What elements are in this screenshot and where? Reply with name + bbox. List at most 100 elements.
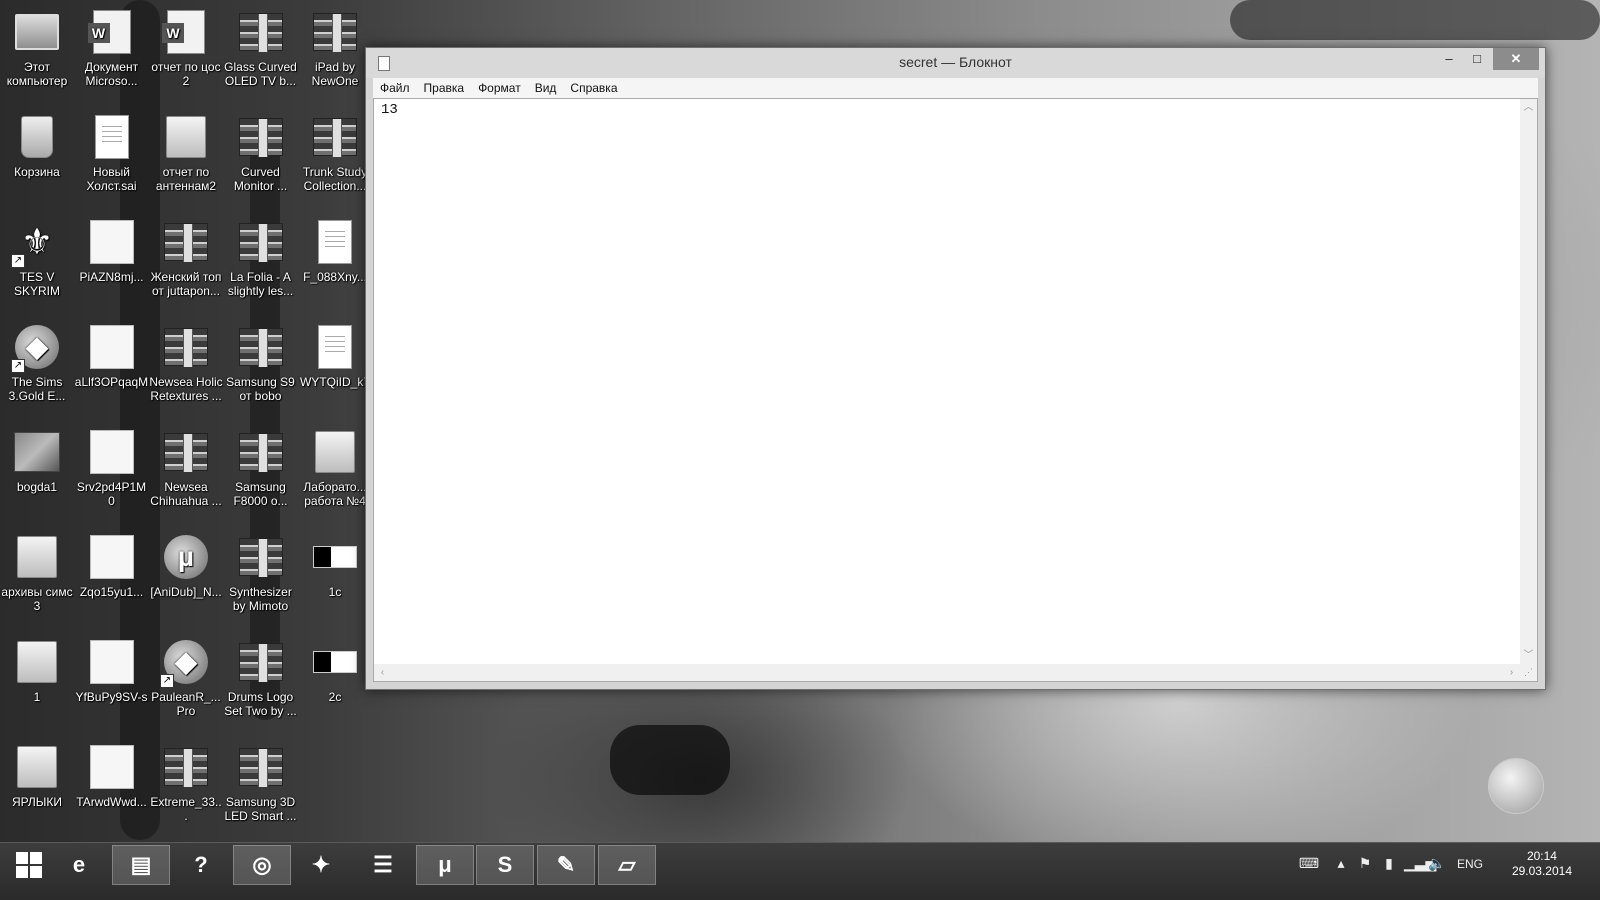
title-bar[interactable]: secret — Блокнот – □ ✕ [366, 48, 1545, 78]
desktop-icon[interactable]: отчет по цос 2 [149, 0, 223, 105]
desktop-icon[interactable]: Лаборато... работа №4 [298, 420, 372, 525]
vertical-scrollbar[interactable]: ︿ ﹀ [1520, 99, 1537, 664]
desktop-icon[interactable]: ⚜ ↗ TES V SKYRIM [0, 210, 74, 315]
resize-grip-icon[interactable]: ⋰ [1520, 664, 1537, 681]
power-icon[interactable]: ▮ [1380, 855, 1398, 873]
taskbar-notepad[interactable]: ▱ [598, 845, 656, 885]
desktop-icon[interactable]: Этот компьютер [0, 0, 74, 105]
desktop-icon[interactable]: µ [AniDub]_N... [149, 525, 223, 630]
desktop-icon-label: Zqo15yu1... [79, 585, 144, 599]
network-signal-icon[interactable]: ▁▃▅ [1404, 855, 1436, 873]
desktop-icon[interactable]: Curved Monitor ... [224, 105, 298, 210]
desktop-icon-label: iPad by NewOne [311, 60, 359, 88]
desktop-icon-label: Trunk Study Collection... [302, 165, 368, 193]
menu-help[interactable]: Справка [563, 81, 624, 95]
taskbar-skype[interactable]: S [476, 845, 534, 885]
horizontal-scrollbar[interactable]: ‹ › [374, 664, 1520, 681]
taskbar-equalizer[interactable]: ☰ [354, 845, 412, 885]
desktop-icon[interactable]: Extreme_33... [149, 735, 223, 840]
desktop-icon-label: архивы симс 3 [1, 585, 73, 613]
taskbar-app[interactable]: ✦ [292, 845, 350, 885]
desktop-icon[interactable]: Zqo15yu1... [75, 525, 149, 630]
desktop-icon[interactable]: TArwdWwd... [75, 735, 149, 840]
desktop-icon[interactable]: Newsea Chihuahua ... [149, 420, 223, 525]
taskbar-utorrent[interactable]: μ [416, 845, 474, 885]
desktop-icon[interactable]: ◆ ↗ PauleanR_... Pro [149, 630, 223, 735]
desktop-icon-label: WYTQiID_k7 [299, 375, 370, 389]
desktop-icon[interactable]: Samsung S9 от bobo [224, 315, 298, 420]
keyboard-icon[interactable]: ⌨ [1294, 855, 1324, 873]
image-icon [88, 323, 136, 371]
desktop-icon[interactable]: отчет по антеннам2 [149, 105, 223, 210]
desktop-icon[interactable]: F_088Xny... [298, 210, 372, 315]
desktop-icon[interactable]: aLlf3OPqaqM [75, 315, 149, 420]
desktop-icon-label: Newsea Holic Retextures ... [149, 375, 223, 403]
desktop-icon-label: aLlf3OPqaqM [74, 375, 149, 389]
desktop-icon-label: 1c [328, 585, 342, 599]
menu-edit[interactable]: Правка [417, 81, 472, 95]
desktop-icon[interactable]: Samsung F8000 о... [224, 420, 298, 525]
scroll-down-icon[interactable]: ﹀ [1520, 647, 1537, 664]
desktop-icon[interactable]: La Folia - A slightly les... [224, 210, 298, 315]
desktop-icon[interactable]: 1 [0, 630, 74, 735]
desktop-icon[interactable]: Документ Microsо... [75, 0, 149, 105]
desktop-icon[interactable]: PiAZN8mj... [75, 210, 149, 315]
scroll-right-icon[interactable]: › [1503, 664, 1520, 681]
show-hidden-icons-icon[interactable]: ▴ [1334, 855, 1348, 873]
desktop-icon[interactable]: ЯРЛЫКИ [0, 735, 74, 840]
desktop-icon[interactable]: WYTQiID_k7 [298, 315, 372, 420]
desktop-icon-label: [AniDub]_N... [150, 585, 222, 599]
internet-explorer-icon: e [72, 852, 86, 877]
desktop-icon-label: La Folia - A slightly les... [227, 270, 294, 298]
desktop-icon[interactable]: Корзина [0, 105, 74, 210]
desktop-icon[interactable]: Женский топ от juttapon... [149, 210, 223, 315]
taskbar-internet-explorer[interactable]: e [50, 845, 108, 885]
desktop-icon[interactable]: Trunk Study Collection... [298, 105, 372, 210]
desktop-icon-label: Samsung S9 от bobo [226, 375, 295, 403]
desktop-icon[interactable]: Drums Logo Set Two by ... [224, 630, 298, 735]
word-document-icon [87, 8, 136, 56]
taskbar-file-explorer[interactable]: ▤ [112, 845, 170, 885]
taskbar-paint[interactable]: ✎ [537, 845, 595, 885]
desktop-icon[interactable]: ◆ ↗ The Sims 3.Gold E... [0, 315, 74, 420]
desktop-icon[interactable]: bogda1 [0, 420, 74, 525]
desktop-icon[interactable]: Srv2pd4P1M0 [75, 420, 149, 525]
minimize-button[interactable]: – [1435, 48, 1463, 70]
volume-icon[interactable]: 🔈 [1428, 855, 1446, 873]
desktop-icon-label: Новый Холст.sai [86, 165, 137, 193]
system-tray: ⌨ ▴ ⚑ ▮ ▁▃▅ 🔈 ENG 20:14 29.03.2014 [1290, 843, 1600, 885]
desktop-icon[interactable]: Новый Холст.sai [75, 105, 149, 210]
close-button[interactable]: ✕ [1493, 48, 1539, 70]
menu-format[interactable]: Формат [471, 81, 528, 95]
desktop-icon[interactable]: YfBuPy9SV-s [75, 630, 149, 735]
menu-view[interactable]: Вид [528, 81, 564, 95]
help-icon: ? [194, 852, 208, 877]
taskbar-help[interactable]: ? [172, 845, 230, 885]
archive-icon [162, 743, 210, 791]
action-center-flag-icon[interactable]: ⚑ [1356, 855, 1374, 873]
scroll-up-icon[interactable]: ︿ [1520, 99, 1537, 116]
desktop-icon[interactable]: iPad by NewOne [298, 0, 372, 105]
desktop-icon-label: Srv2pd4P1M0 [76, 480, 147, 508]
window-title: secret — Блокнот [899, 54, 1012, 70]
menu-file[interactable]: Файл [373, 81, 417, 95]
desktop-icon-label: Женский топ от juttapon... [150, 270, 222, 298]
desktop-icon[interactable]: архивы симс 3 [0, 525, 74, 630]
language-indicator[interactable]: ENG [1454, 857, 1486, 875]
taskbar-chrome[interactable]: ◎ [233, 845, 291, 885]
maximize-button[interactable]: □ [1463, 48, 1491, 70]
desktop-gadget[interactable] [1488, 758, 1544, 814]
clock[interactable]: 20:14 29.03.2014 [1512, 849, 1572, 879]
image-icon [88, 218, 136, 266]
shortcut-arrow-icon: ↗ [11, 254, 25, 268]
desktop-icon[interactable]: Samsung 3D LED Smart ... [224, 735, 298, 840]
desktop-icon[interactable]: Glass Curved OLED TV b... [224, 0, 298, 105]
clock-date: 29.03.2014 [1511, 864, 1572, 878]
desktop-icon[interactable]: Synthesizer by Mimoto [224, 525, 298, 630]
desktop-icon[interactable]: Newsea Holic Retextures ... [149, 315, 223, 420]
scroll-left-icon[interactable]: ‹ [374, 664, 391, 681]
desktop-icon[interactable]: 2c [298, 630, 372, 735]
utorrent-icon: µ [162, 533, 210, 581]
text-editor[interactable]: 13 [374, 99, 1520, 664]
desktop-icon[interactable]: 1c [298, 525, 372, 630]
